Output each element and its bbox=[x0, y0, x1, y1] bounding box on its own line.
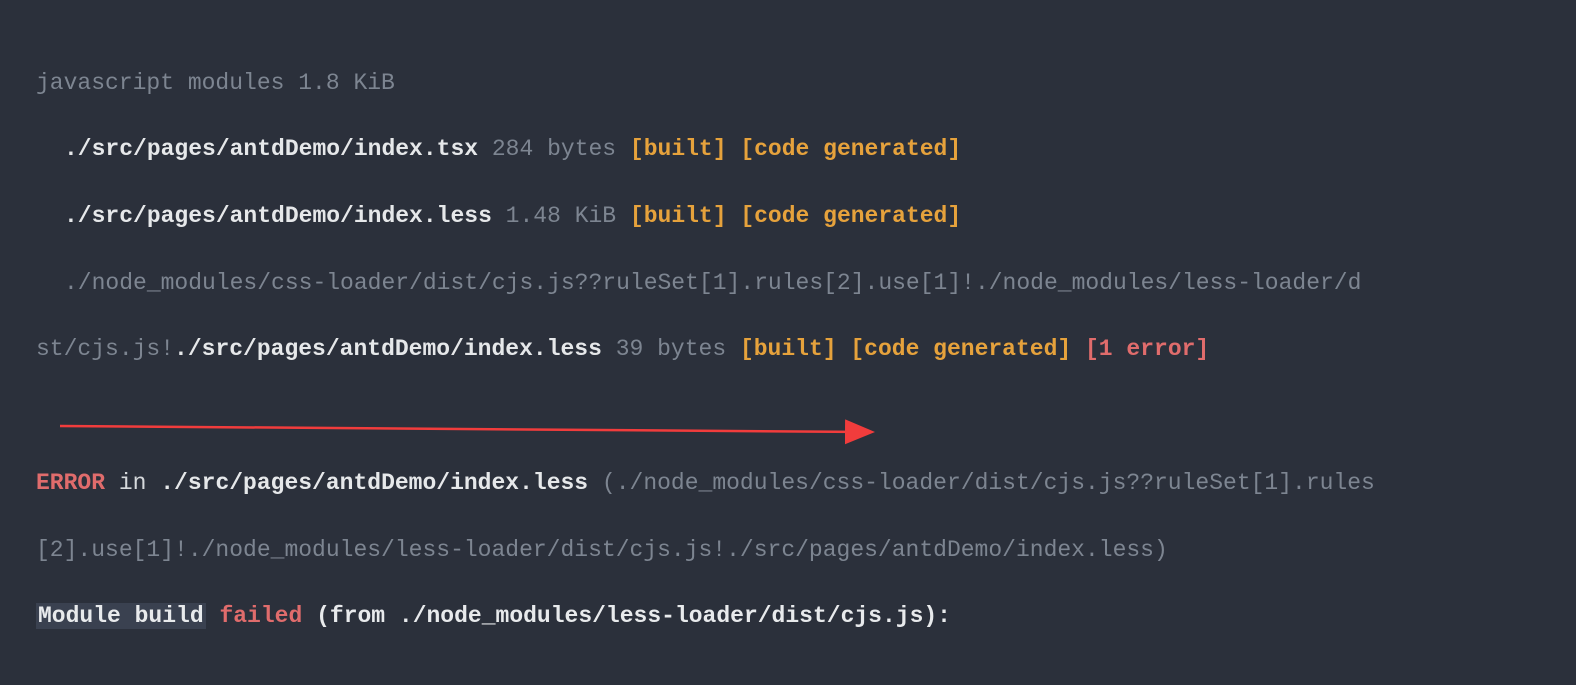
error-label: ERROR bbox=[36, 470, 105, 496]
terminal-output: javascript modules 1.8 KiB ./src/pages/a… bbox=[0, 0, 1576, 685]
plain-text: in bbox=[105, 470, 160, 496]
build-summary-line: javascript modules 1.8 KiB bbox=[36, 70, 395, 96]
plain-text bbox=[206, 603, 220, 629]
module-path: ./src/pages/antdDemo/index.tsx bbox=[64, 136, 478, 162]
from-loader: (from ./node_modules/less-loader/dist/cj… bbox=[302, 603, 951, 629]
module-size: 284 bytes bbox=[478, 136, 630, 162]
error-count-tag: [1 error] bbox=[1071, 336, 1209, 362]
build-tags: [built] [code generated] bbox=[740, 336, 1071, 362]
module-size: 1.48 KiB bbox=[492, 203, 630, 229]
error-file-path: ./src/pages/antdDemo/index.less bbox=[160, 470, 588, 496]
failed-label: failed bbox=[219, 603, 302, 629]
module-path: ./src/pages/antdDemo/index.less bbox=[64, 203, 492, 229]
build-tags: [built] [code generated] bbox=[630, 203, 961, 229]
module-size: 39 bytes bbox=[602, 336, 740, 362]
loader-chain: [2].use[1]!./node_modules/less-loader/di… bbox=[36, 537, 1168, 563]
loader-chain: st/cjs.js! bbox=[36, 336, 174, 362]
build-tags: [built] [code generated] bbox=[630, 136, 961, 162]
loader-chain: (./node_modules/css-loader/dist/cjs.js??… bbox=[588, 470, 1375, 496]
module-build-label: Module build bbox=[36, 603, 206, 629]
loader-chain: ./node_modules/css-loader/dist/cjs.js??r… bbox=[64, 270, 1361, 296]
module-path: ./src/pages/antdDemo/index.less bbox=[174, 336, 602, 362]
